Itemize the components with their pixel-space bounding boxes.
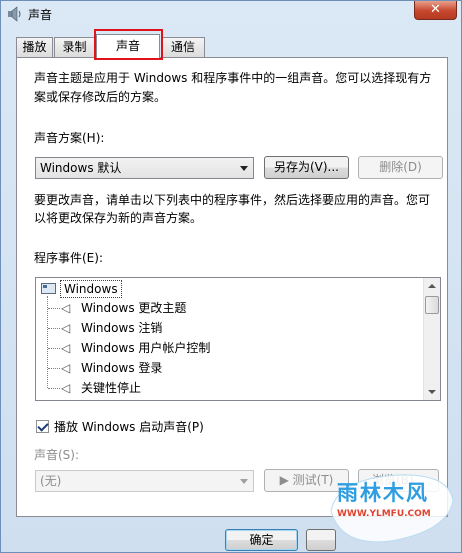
save-as-button[interactable]: 另存为(V)... [264, 156, 349, 179]
sound-label: 声音(S): [34, 448, 80, 462]
tree-branch [48, 348, 60, 349]
tree-connector-line [47, 296, 48, 388]
scroll-down-arrow-icon[interactable] [424, 383, 440, 400]
tree-branch [48, 388, 60, 389]
speaker-icon: ◁ [61, 341, 71, 355]
tree-branch [48, 308, 60, 309]
tab-playback[interactable]: 播放 [16, 37, 53, 57]
dialog-window: 声音 ✕ 播放 录制 声音 通信 声音主题是应用于 Windows 和程序事件中… [0, 0, 462, 553]
sound-select[interactable]: (无) [35, 470, 254, 492]
sounds-tab-page: 声音主题是应用于 Windows 和程序事件中的一组声音。您可以选择现有方 案或… [16, 57, 448, 517]
scheme-select[interactable]: Windows 默认 [35, 157, 254, 179]
startup-sound-label[interactable]: 播放 Windows 启动声音(P) [54, 418, 204, 436]
root-label: Windows [60, 280, 122, 298]
watermark-title: 雨林木风 [337, 481, 429, 505]
chevron-down-icon [240, 166, 248, 171]
speaker-icon: ◁ [61, 381, 71, 395]
events-scrollbar[interactable] [423, 278, 440, 400]
description-line-2: 案或保存修改后的方案。 [34, 90, 167, 104]
delete-button[interactable]: 删除(D) [358, 156, 443, 179]
tab-highlight-box [94, 29, 163, 60]
instruction-line-1: 要更改声音，请单击以下列表中的程序事件，然后选择要应用的声音。您可 [34, 193, 431, 207]
list-item-event[interactable]: 关键性停止 [81, 378, 141, 398]
instruction-line-2: 以将更改保存为新的声音方案。 [34, 211, 203, 225]
speaker-icon: ◁ [61, 321, 71, 335]
scroll-up-arrow-icon[interactable] [424, 278, 440, 295]
list-item-event[interactable]: Windows 更改主题 [81, 298, 186, 318]
tree-branch [48, 328, 60, 329]
watermark-url: WWW.YLMFU.COM [337, 509, 431, 519]
windows-group-icon [41, 283, 56, 294]
sound-select-value: (无) [40, 474, 62, 488]
tab-recording[interactable]: 录制 [54, 37, 95, 57]
scroll-thumb[interactable] [425, 296, 439, 314]
speaker-icon: ◁ [61, 361, 71, 375]
startup-sound-checkbox[interactable] [36, 420, 49, 433]
list-item-root[interactable]: Windows [41, 279, 122, 299]
speaker-app-icon [8, 6, 21, 22]
watermark-logo: 雨林木风 WWW.YLMFU.COM [327, 471, 457, 549]
scheme-select-value: Windows 默认 [40, 161, 122, 175]
tree-branch [48, 368, 60, 369]
program-events-label: 程序事件(E): [34, 251, 103, 265]
list-item-event[interactable]: Windows 注销 [81, 318, 162, 338]
close-button[interactable]: ✕ [414, 1, 457, 20]
title-bar[interactable]: 声音 ✕ [1, 1, 462, 27]
window-title: 声音 [28, 8, 53, 22]
scheme-label: 声音方案(H): [34, 131, 105, 145]
chevron-down-icon [240, 479, 248, 484]
program-events-list[interactable]: Windows ◁ Windows 更改主题 ◁ Windows 注销 ◁ Wi… [35, 277, 441, 401]
list-item-event[interactable]: Windows 用户帐户控制 [81, 338, 210, 358]
list-item-event[interactable]: Windows 登录 [81, 358, 162, 378]
ok-button[interactable]: 确定 [225, 529, 298, 551]
speaker-icon: ◁ [61, 301, 71, 315]
tab-communications[interactable]: 通信 [161, 37, 205, 57]
description-line-1: 声音主题是应用于 Windows 和程序事件中的一组声音。您可以选择现有方 [34, 71, 432, 85]
